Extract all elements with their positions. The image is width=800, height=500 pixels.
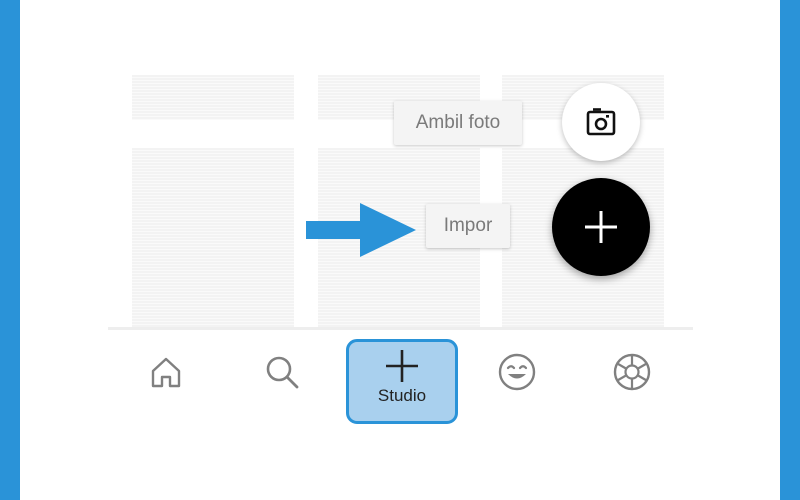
arrow-pointer-icon bbox=[306, 203, 416, 257]
nav-search-button[interactable] bbox=[262, 352, 302, 392]
add-fab-button[interactable] bbox=[552, 178, 650, 276]
home-icon bbox=[151, 357, 181, 388]
nav-home-button[interactable] bbox=[146, 352, 186, 392]
plus-icon bbox=[585, 211, 617, 243]
bottom-nav-divider bbox=[108, 327, 693, 330]
nav-studio-button[interactable]: Studio bbox=[346, 339, 458, 424]
search-icon bbox=[266, 356, 299, 389]
smile-icon bbox=[498, 353, 536, 391]
nav-explore-button[interactable] bbox=[612, 352, 652, 392]
plus-icon bbox=[386, 350, 418, 382]
aperture-icon bbox=[613, 353, 651, 391]
camera-icon bbox=[586, 108, 616, 136]
import-label[interactable]: Impor bbox=[426, 204, 510, 248]
gallery-tile bbox=[132, 148, 294, 328]
app-screen: Ambil foto Impor Studio bbox=[20, 0, 780, 500]
gallery-tile bbox=[132, 75, 294, 120]
nav-profile-button[interactable] bbox=[497, 352, 537, 392]
take-photo-button[interactable] bbox=[562, 83, 640, 161]
nav-studio-label: Studio bbox=[377, 386, 427, 405]
take-photo-label[interactable]: Ambil foto bbox=[394, 101, 522, 145]
